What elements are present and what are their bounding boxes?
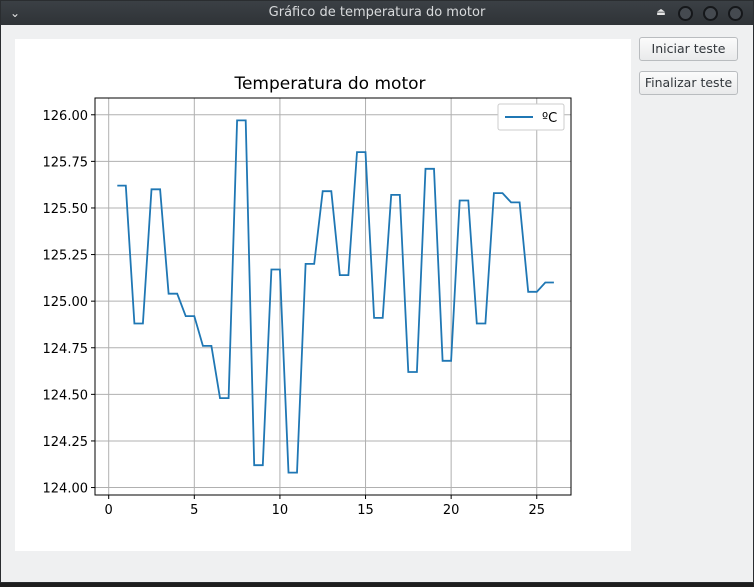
window-buttons: ⏏ xyxy=(654,5,743,21)
chart-title: Temperatura do motor xyxy=(233,74,425,94)
y-tick-label: 124.00 xyxy=(43,482,89,497)
x-tick-label: 20 xyxy=(443,503,460,518)
background-terminal xyxy=(0,583,754,587)
stop-test-button[interactable]: Finalizar teste xyxy=(639,71,738,95)
y-axis: 124.00 124.25 124.50 124.75 125.00 125.25 125.… xyxy=(43,109,95,497)
legend-label: ºC xyxy=(542,111,557,126)
plot-canvas: Temperatura do motor 0 5 10 15 20 25 124.00 12… xyxy=(15,39,631,551)
y-tick-label: 124.75 xyxy=(43,342,89,357)
y-tick-label: 126.00 xyxy=(43,109,89,124)
grid-lines xyxy=(95,98,571,495)
x-tick-label: 15 xyxy=(357,503,374,518)
minimize-icon[interactable] xyxy=(678,5,693,21)
y-tick-label: 125.25 xyxy=(43,249,89,264)
plot-frame xyxy=(94,97,572,496)
start-test-button[interactable]: Iniciar teste xyxy=(639,37,738,61)
eject-icon[interactable]: ⏏ xyxy=(654,5,668,21)
x-tick-label: 5 xyxy=(190,503,198,518)
close-icon[interactable] xyxy=(728,5,743,21)
y-tick-label: 124.25 xyxy=(43,435,89,450)
x-tick-label: 10 xyxy=(272,503,289,518)
y-tick-label: 125.50 xyxy=(43,202,89,217)
y-tick-label: 125.00 xyxy=(43,295,89,310)
series-line-celsius xyxy=(117,119,554,474)
maximize-icon[interactable] xyxy=(703,5,718,21)
window-title: Gráfico de temperatura do motor xyxy=(268,5,486,20)
y-tick-label: 125.75 xyxy=(43,155,89,170)
x-tick-label: 0 xyxy=(105,503,113,518)
x-axis: 0 5 10 15 20 25 xyxy=(105,495,545,518)
title-bar[interactable]: ⌄ Gráfico de temperatura do motor ⏏ xyxy=(1,1,753,25)
app-window: ⌄ Gráfico de temperatura do motor ⏏ Temp… xyxy=(0,0,754,583)
y-tick-label: 124.50 xyxy=(43,388,89,403)
x-tick-label: 25 xyxy=(528,503,545,518)
temperature-chart: Temperatura do motor 0 5 10 15 20 25 124.0012… xyxy=(43,74,572,518)
legend: ºC xyxy=(497,103,565,131)
